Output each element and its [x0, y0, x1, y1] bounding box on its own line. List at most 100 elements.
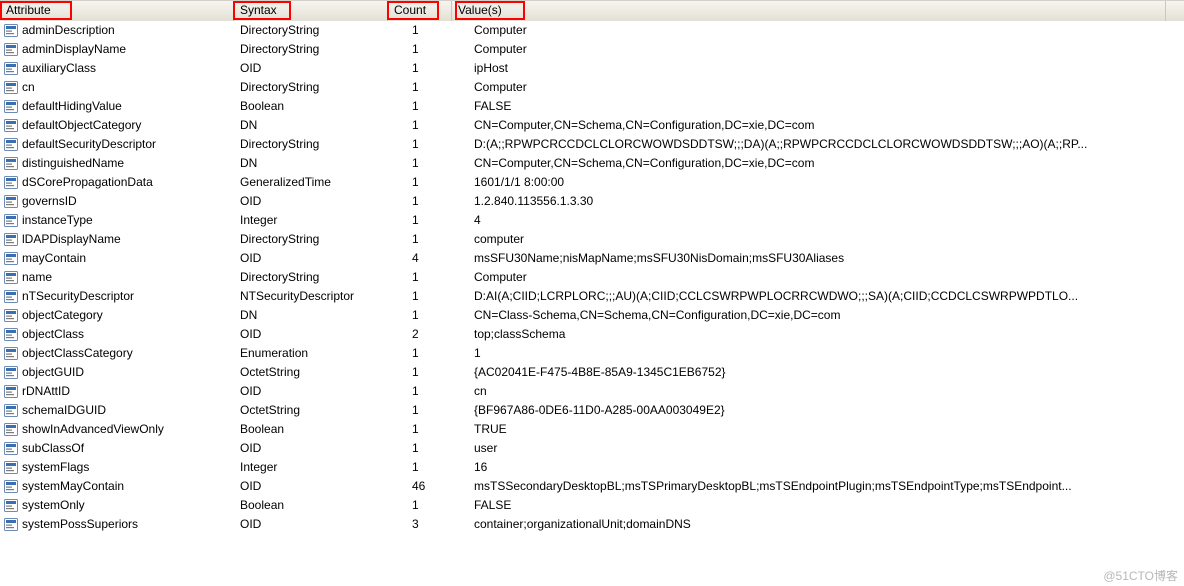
- attribute-name: governsID: [22, 192, 77, 211]
- cell-syntax: OID: [234, 325, 388, 344]
- table-row[interactable]: nameDirectoryString1Computer: [0, 268, 1184, 287]
- table-row[interactable]: defaultHidingValueBoolean1FALSE: [0, 97, 1184, 116]
- cell-value: D:(A;;RPWPCRCCDCLCLORCWOWDSDDTSW;;;DA)(A…: [452, 135, 1184, 154]
- cell-syntax: GeneralizedTime: [234, 173, 388, 192]
- attribute-icon: [4, 366, 18, 379]
- table-row[interactable]: defaultSecurityDescriptor DirectoryString…: [0, 135, 1184, 154]
- cell-count: 1: [388, 420, 452, 439]
- attribute-listview: Attribute Syntax Count Value(s) adminDes…: [0, 0, 1184, 534]
- table-row[interactable]: showInAdvancedViewOnlyBoolean1TRUE: [0, 420, 1184, 439]
- attribute-icon: [4, 43, 18, 56]
- attribute-icon: [4, 328, 18, 341]
- attribute-icon: [4, 81, 18, 94]
- attribute-icon: [4, 233, 18, 246]
- cell-attribute: systemMayContain: [0, 477, 234, 496]
- attribute-name: objectCategory: [22, 306, 103, 325]
- cell-syntax: DirectoryString: [234, 230, 388, 249]
- attribute-icon: [4, 442, 18, 455]
- table-row[interactable]: systemPossSuperiorsOID3container;organiz…: [0, 515, 1184, 534]
- cell-count: 1: [388, 344, 452, 363]
- cell-value: 1.2.840.113556.1.3.30: [452, 192, 1184, 211]
- cell-count: 1: [388, 173, 452, 192]
- cell-syntax: OID: [234, 439, 388, 458]
- attribute-name: defaultSecurityDescriptor: [22, 135, 156, 154]
- cell-count: 1: [388, 230, 452, 249]
- table-row[interactable]: distinguishedNameDN1CN=Computer,CN=Schem…: [0, 154, 1184, 173]
- rows-container: adminDescriptionDirectoryString1Computer…: [0, 21, 1184, 534]
- attribute-name: nTSecurityDescriptor: [22, 287, 134, 306]
- attribute-icon: [4, 176, 18, 189]
- cell-syntax: DirectoryString: [234, 268, 388, 287]
- cell-attribute: defaultSecurityDescriptor: [0, 135, 234, 154]
- table-row[interactable]: cnDirectoryString1Computer: [0, 78, 1184, 97]
- cell-attribute: showInAdvancedViewOnly: [0, 420, 234, 439]
- column-header-row: Attribute Syntax Count Value(s): [0, 1, 1184, 21]
- column-header-attribute[interactable]: Attribute: [0, 1, 234, 21]
- cell-value: computer: [452, 230, 1184, 249]
- cell-value: user: [452, 439, 1184, 458]
- cell-syntax: DirectoryString: [234, 40, 388, 59]
- watermark: @51CTO博客: [1103, 567, 1178, 584]
- table-row[interactable]: auxiliaryClassOID1ipHost: [0, 59, 1184, 78]
- table-row[interactable]: adminDescriptionDirectoryString1Computer: [0, 21, 1184, 40]
- cell-value: top;classSchema: [452, 325, 1184, 344]
- attribute-name: systemMayContain: [22, 477, 124, 496]
- cell-count: 1: [388, 382, 452, 401]
- cell-count: 1: [388, 192, 452, 211]
- table-row[interactable]: objectClassCategoryEnumeration11: [0, 344, 1184, 363]
- table-row[interactable]: systemMayContainOID46msTSSecondaryDeskto…: [0, 477, 1184, 496]
- cell-attribute: defaultHidingValue: [0, 97, 234, 116]
- cell-value: 1601/1/1 8:00:00: [452, 173, 1184, 192]
- attribute-icon: [4, 290, 18, 303]
- attribute-icon: [4, 480, 18, 493]
- attribute-icon: [4, 195, 18, 208]
- attribute-icon: [4, 252, 18, 265]
- table-row[interactable]: rDNAttIDOID1cn: [0, 382, 1184, 401]
- cell-syntax: OID: [234, 192, 388, 211]
- table-row[interactable]: defaultObjectCategoryDN1CN=Computer,CN=S…: [0, 116, 1184, 135]
- cell-attribute: defaultObjectCategory: [0, 116, 234, 135]
- table-row[interactable]: lDAPDisplayNameDirectoryString1computer: [0, 230, 1184, 249]
- cell-value: 16: [452, 458, 1184, 477]
- column-header-count[interactable]: Count: [388, 1, 452, 21]
- cell-syntax: OID: [234, 249, 388, 268]
- table-row[interactable]: schemaIDGUIDOctetString1{BF967A86-0DE6-1…: [0, 401, 1184, 420]
- cell-count: 1: [388, 268, 452, 287]
- column-header-values[interactable]: Value(s): [452, 1, 1166, 21]
- table-row[interactable]: instanceTypeInteger14: [0, 211, 1184, 230]
- cell-value: {BF967A86-0DE6-11D0-A285-00AA003049E2}: [452, 401, 1184, 420]
- table-row[interactable]: objectClassOID2top;classSchema: [0, 325, 1184, 344]
- cell-value: Computer: [452, 21, 1184, 40]
- cell-syntax: Boolean: [234, 496, 388, 515]
- table-row[interactable]: nTSecurityDescriptorNTSecurityDescriptor…: [0, 287, 1184, 306]
- cell-attribute: instanceType: [0, 211, 234, 230]
- cell-syntax: DirectoryString: [234, 135, 388, 154]
- cell-value: CN=Computer,CN=Schema,CN=Configuration,D…: [452, 116, 1184, 135]
- cell-attribute: objectClass: [0, 325, 234, 344]
- table-row[interactable]: mayContainOID4msSFU30Name;nisMapName;msS…: [0, 249, 1184, 268]
- cell-syntax: Integer: [234, 458, 388, 477]
- cell-value: 4: [452, 211, 1184, 230]
- attribute-name: auxiliaryClass: [22, 59, 96, 78]
- attribute-name: dSCorePropagationData: [22, 173, 153, 192]
- cell-syntax: Boolean: [234, 420, 388, 439]
- table-row[interactable]: systemFlagsInteger116: [0, 458, 1184, 477]
- attribute-name: rDNAttID: [22, 382, 70, 401]
- cell-syntax: Boolean: [234, 97, 388, 116]
- cell-syntax: OctetString: [234, 363, 388, 382]
- table-row[interactable]: dSCorePropagationData GeneralizedTime1160…: [0, 173, 1184, 192]
- column-header-syntax[interactable]: Syntax: [234, 1, 388, 21]
- table-row[interactable]: governsID OID11.2.840.113556.1.3.30: [0, 192, 1184, 211]
- cell-count: 3: [388, 515, 452, 534]
- cell-count: 1: [388, 401, 452, 420]
- cell-value: ipHost: [452, 59, 1184, 78]
- attribute-icon: [4, 62, 18, 75]
- cell-attribute: objectGUID: [0, 363, 234, 382]
- cell-value: CN=Class-Schema,CN=Schema,CN=Configurati…: [452, 306, 1184, 325]
- table-row[interactable]: objectGUIDOctetString1{AC02041E-F475-4B8…: [0, 363, 1184, 382]
- table-row[interactable]: systemOnlyBoolean1FALSE: [0, 496, 1184, 515]
- table-row[interactable]: subClassOfOID1user: [0, 439, 1184, 458]
- cell-value: TRUE: [452, 420, 1184, 439]
- table-row[interactable]: objectCategoryDN1CN=Class-Schema,CN=Sche…: [0, 306, 1184, 325]
- table-row[interactable]: adminDisplayNameDirectoryString1Computer: [0, 40, 1184, 59]
